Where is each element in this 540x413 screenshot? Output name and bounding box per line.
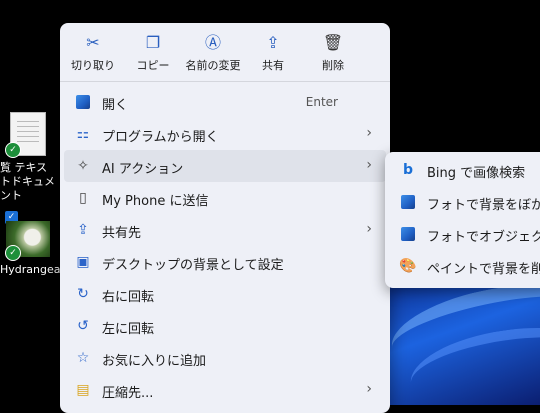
menu-item-add-favorite[interactable]: ☆ お気に入りに追加 xyxy=(64,342,386,374)
menu-item-ai-actions[interactable]: ✧ AI アクション › xyxy=(64,150,386,182)
submenu-item-erase-object[interactable]: フォトでオブジェクトを消 xyxy=(389,218,540,250)
delete-button[interactable]: 🗑 削除 xyxy=(303,33,363,73)
sync-check-icon: ✓ xyxy=(5,245,21,261)
apps-icon: ⚏ xyxy=(76,126,90,142)
rename-button[interactable]: Ⓐ 名前の変更 xyxy=(183,33,243,73)
menu-separator xyxy=(60,81,390,82)
desktop-file-label: Hydrangeas xyxy=(0,263,60,276)
copy-icon: ❐ xyxy=(145,33,161,52)
image-icon xyxy=(74,93,92,111)
share-button[interactable]: ⇪ 共有 xyxy=(243,33,303,73)
desktop-file-label: 覧 テキストドキュメント xyxy=(0,161,55,202)
menu-item-share-to[interactable]: ⇪ 共有先 › xyxy=(64,214,386,246)
star-icon: ☆ xyxy=(76,350,90,366)
phone-icon: ▯ xyxy=(79,190,87,206)
wallpaper-icon: ▣ xyxy=(76,254,90,270)
cut-button[interactable]: ✂ 切り取り xyxy=(63,33,123,73)
wallpaper xyxy=(380,270,540,405)
chevron-right-icon: › xyxy=(366,381,372,397)
context-menu: ✂ 切り取り ❐ コピー Ⓐ 名前の変更 ⇪ 共有 🗑 削除 開く Enter … xyxy=(60,23,390,413)
photos-icon xyxy=(399,225,417,243)
scissors-icon: ✂ xyxy=(86,33,100,52)
submenu-item-blur-background[interactable]: フォトで背景をぼかす xyxy=(389,186,540,218)
menu-item-open[interactable]: 開く Enter xyxy=(64,86,386,118)
bing-icon: b xyxy=(402,162,414,178)
rotate-left-icon: ↺ xyxy=(77,318,89,334)
menu-item-rotate-right[interactable]: ↻ 右に回転 xyxy=(64,278,386,310)
chevron-right-icon: › xyxy=(366,157,372,173)
share-icon: ⇪ xyxy=(77,222,89,238)
rotate-right-icon: ↻ xyxy=(77,286,89,302)
submenu-item-remove-background[interactable]: 🎨 ペイントで背景を削除 xyxy=(389,250,540,282)
ai-actions-submenu: b Bing で画像検索 フォトで背景をぼかす フォトでオブジェクトを消 🎨 ペ… xyxy=(385,152,540,288)
context-toolbar: ✂ 切り取り ❐ コピー Ⓐ 名前の変更 ⇪ 共有 🗑 削除 xyxy=(60,23,390,81)
menu-item-set-wallpaper[interactable]: ▣ デスクトップの背景として設定 xyxy=(64,246,386,278)
rename-icon: Ⓐ xyxy=(204,33,221,52)
share-icon: ⇪ xyxy=(266,33,280,52)
menu-item-send-to-phone[interactable]: ▯ My Phone に送信 xyxy=(64,182,386,214)
chevron-right-icon: › xyxy=(366,221,372,237)
ai-sparkle-icon: ✧ xyxy=(77,158,89,174)
copy-button[interactable]: ❐ コピー xyxy=(123,33,183,73)
trash-icon: 🗑 xyxy=(322,33,344,52)
chevron-right-icon: › xyxy=(366,125,372,141)
zip-folder-icon: ▤ xyxy=(76,382,90,398)
submenu-item-bing-search[interactable]: b Bing で画像検索 xyxy=(389,154,540,186)
photos-icon xyxy=(399,193,417,211)
menu-item-compress[interactable]: ▤ 圧縮先... › xyxy=(64,374,386,406)
paint-icon: 🎨 xyxy=(399,258,417,274)
sync-check-icon: ✓ xyxy=(5,142,21,158)
menu-item-rotate-left[interactable]: ↺ 左に回転 xyxy=(64,310,386,342)
menu-item-open-with[interactable]: ⚏ プログラムから開く › xyxy=(64,118,386,150)
